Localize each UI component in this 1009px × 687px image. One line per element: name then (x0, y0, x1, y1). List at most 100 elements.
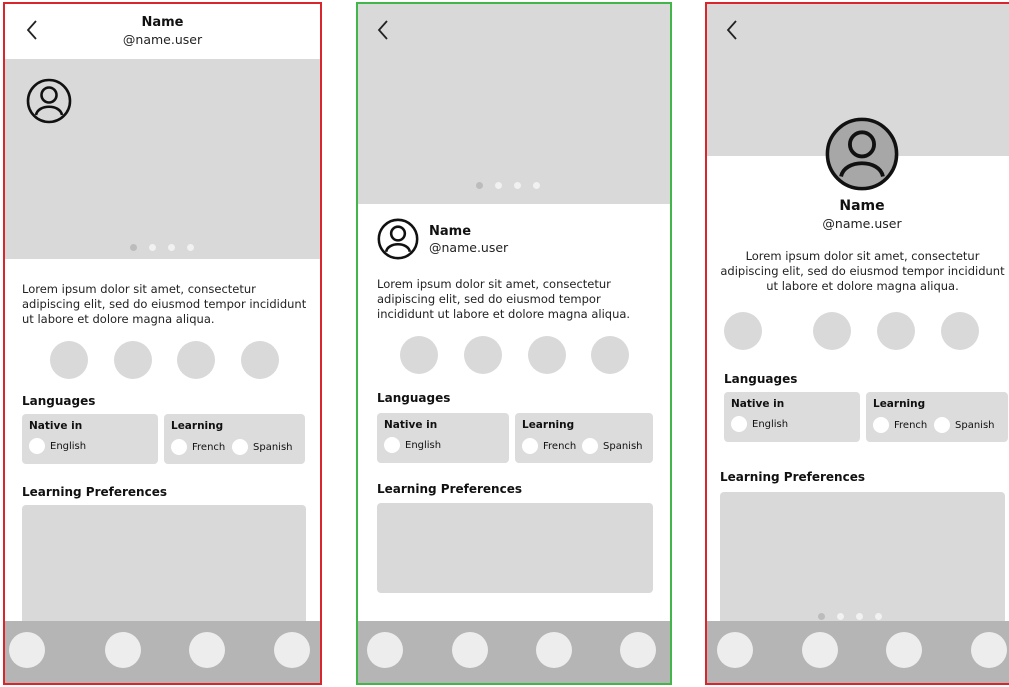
language-option[interactable]: English (29, 438, 86, 454)
nav-button[interactable] (886, 632, 922, 668)
radio[interactable] (582, 438, 598, 454)
chevron-left-icon (726, 20, 737, 40)
back-button[interactable] (376, 19, 390, 41)
cover-carousel[interactable] (5, 59, 320, 259)
bottom-nav (5, 621, 320, 683)
languages-heading: Languages (377, 391, 451, 405)
radio[interactable] (731, 416, 747, 432)
carousel-dots (130, 244, 194, 251)
avatar[interactable] (377, 218, 419, 260)
carousel-dot[interactable] (187, 244, 194, 251)
native-card: Native in English (724, 392, 860, 442)
bottom-nav (358, 621, 670, 683)
language-name: English (752, 418, 789, 430)
language-name: English (405, 439, 442, 451)
learning-label: Learning (873, 398, 926, 410)
radio[interactable] (873, 417, 889, 433)
radio[interactable] (29, 438, 45, 454)
carousel-dot[interactable] (168, 244, 175, 251)
social-circle[interactable] (177, 341, 215, 379)
nav-button[interactable] (274, 632, 310, 668)
social-circle[interactable] (877, 312, 915, 350)
avatar[interactable] (825, 117, 899, 191)
preferences-carousel[interactable] (720, 492, 1005, 632)
preferences-heading: Learning Preferences (22, 485, 167, 499)
social-circle[interactable] (241, 341, 279, 379)
user-avatar-icon (825, 117, 899, 191)
learning-card: Learning French Spanish (164, 414, 305, 464)
carousel-dot[interactable] (856, 613, 863, 620)
language-option[interactable]: French (873, 417, 927, 433)
social-circle[interactable] (724, 312, 762, 350)
social-circle[interactable] (464, 336, 502, 374)
language-name: French (192, 441, 226, 453)
language-option[interactable]: English (384, 437, 441, 453)
radio[interactable] (232, 439, 248, 455)
language-name: Spanish (955, 419, 995, 431)
carousel-dot[interactable] (514, 182, 521, 189)
nav-button[interactable] (536, 632, 572, 668)
carousel-dots (476, 182, 540, 189)
bio-text: Lorem ipsum dolor sit amet, consectetur … (377, 277, 631, 321)
learning-card: Learning French Spanish (866, 392, 1008, 442)
social-circle[interactable] (813, 312, 851, 350)
social-circle[interactable] (591, 336, 629, 374)
nav-button[interactable] (717, 632, 753, 668)
nav-button[interactable] (367, 632, 403, 668)
profile-name: Name (429, 224, 472, 239)
social-circle[interactable] (50, 341, 88, 379)
preferences-box[interactable] (22, 505, 306, 630)
carousel-dot[interactable] (149, 244, 156, 251)
carousel-dot[interactable] (875, 613, 882, 620)
carousel-dot[interactable] (533, 182, 540, 189)
bottom-nav (707, 621, 1009, 683)
social-circle[interactable] (114, 341, 152, 379)
native-card: Native in English (377, 413, 509, 463)
carousel-dot[interactable] (130, 244, 137, 251)
social-circle[interactable] (528, 336, 566, 374)
carousel-dot[interactable] (818, 613, 825, 620)
language-name: Spanish (603, 440, 643, 452)
native-label: Native in (29, 420, 83, 432)
nav-button[interactable] (971, 632, 1007, 668)
language-option[interactable]: Spanish (934, 417, 995, 433)
avatar[interactable] (26, 78, 72, 124)
learning-label: Learning (171, 420, 224, 432)
nav-button[interactable] (620, 632, 656, 668)
social-circle[interactable] (400, 336, 438, 374)
nav-button[interactable] (452, 632, 488, 668)
back-button[interactable] (725, 19, 739, 41)
cover-carousel[interactable] (358, 4, 670, 204)
language-option[interactable]: Spanish (232, 439, 293, 455)
nav-button[interactable] (802, 632, 838, 668)
preferences-box[interactable] (377, 503, 653, 593)
radio[interactable] (171, 439, 187, 455)
profile-name: Name (839, 198, 885, 214)
header-handle: @name.user (122, 32, 203, 47)
wireframe-variant-1: Name @name.user Lorem ipsum dolor sit am… (3, 2, 322, 685)
language-name: Spanish (253, 441, 293, 453)
radio[interactable] (522, 438, 538, 454)
languages-heading: Languages (724, 372, 798, 386)
header-name: Name (141, 15, 184, 30)
bio-text: Lorem ipsum dolor sit amet, consectetur … (720, 249, 1005, 293)
nav-button[interactable] (189, 632, 225, 668)
language-name: French (894, 419, 928, 431)
wireframe-variant-3: Name @name.user Lorem ipsum dolor sit am… (705, 2, 1009, 685)
language-option[interactable]: French (522, 438, 576, 454)
language-option[interactable]: English (731, 416, 788, 432)
radio[interactable] (384, 437, 400, 453)
language-name: French (543, 440, 577, 452)
preferences-heading: Learning Preferences (720, 470, 865, 484)
profile-handle: @name.user (429, 240, 509, 255)
nav-button[interactable] (105, 632, 141, 668)
carousel-dot[interactable] (837, 613, 844, 620)
carousel-dot[interactable] (495, 182, 502, 189)
language-option[interactable]: French (171, 439, 225, 455)
nav-button[interactable] (9, 632, 45, 668)
carousel-dot[interactable] (476, 182, 483, 189)
radio[interactable] (934, 417, 950, 433)
languages-heading: Languages (22, 394, 96, 408)
social-circle[interactable] (941, 312, 979, 350)
language-option[interactable]: Spanish (582, 438, 643, 454)
